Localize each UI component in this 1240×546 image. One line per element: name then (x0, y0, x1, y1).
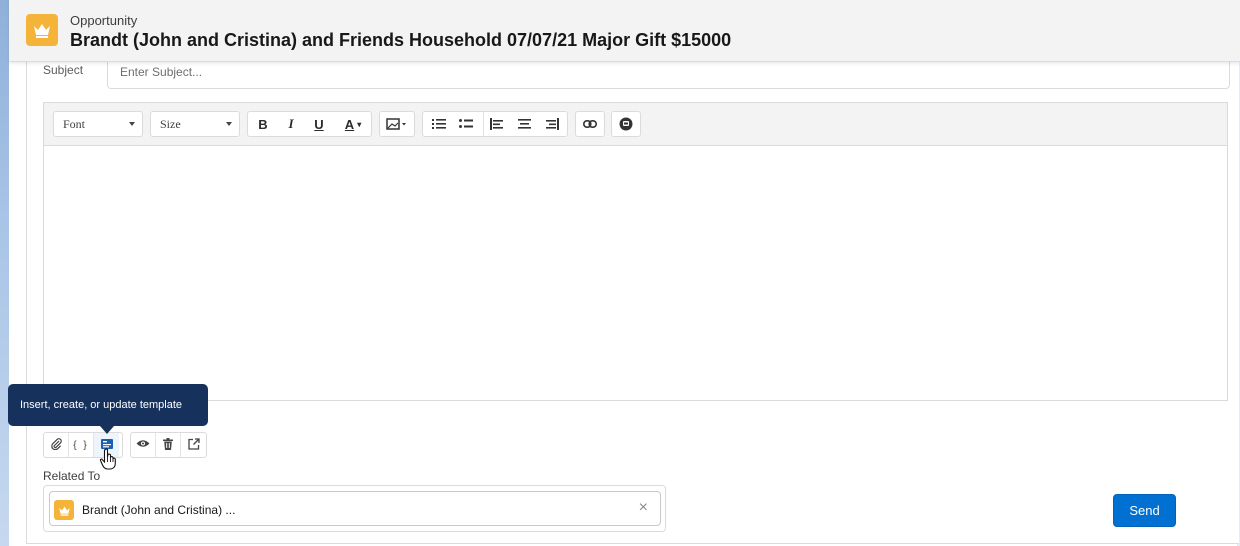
italic-button[interactable]: I (278, 112, 304, 136)
paperclip-icon (50, 437, 62, 453)
align-center-icon[interactable] (511, 112, 537, 136)
tooltip-arrow (100, 426, 114, 434)
trash-icon (163, 437, 173, 453)
left-background-strip (0, 0, 9, 546)
font-size-select[interactable]: Size (150, 111, 240, 137)
eye-icon (136, 439, 150, 451)
send-button[interactable]: Send (1113, 494, 1176, 527)
related-to-field: Brandt (John and Cristina) ... × (43, 485, 666, 532)
chevron-down-icon (226, 122, 232, 126)
subject-input[interactable]: Enter Subject... (107, 60, 1230, 89)
image-icon (380, 112, 414, 136)
numbered-list-icon[interactable] (426, 112, 452, 136)
object-type-label: Opportunity (70, 13, 138, 28)
related-record-pill[interactable]: Brandt (John and Cristina) ... × (49, 491, 661, 526)
template-tooltip: Insert, create, or update template (8, 384, 208, 426)
chevron-down-icon: ▾ (357, 119, 362, 129)
font-family-select[interactable]: Font (53, 111, 143, 137)
text-color-button[interactable]: A ▾ (336, 112, 370, 136)
clear-selection-icon[interactable]: × (639, 499, 648, 517)
merge-field-button[interactable]: { } (69, 433, 94, 457)
clear-formatting-icon (612, 112, 640, 136)
list-align-group (422, 111, 568, 137)
hand-cursor-icon (99, 448, 117, 475)
underline-button[interactable]: U (306, 112, 332, 136)
remove-formatting-button[interactable] (611, 111, 641, 137)
record-header: Opportunity Brandt (John and Cristina) a… (9, 0, 1240, 62)
bold-button[interactable]: B (250, 112, 276, 136)
merge-field-icon: { } (73, 439, 89, 451)
attach-file-button[interactable] (44, 433, 69, 457)
email-body-area[interactable] (44, 146, 1227, 400)
editor-toolbar: Font Size B I U A ▾ (44, 103, 1227, 146)
align-left-icon[interactable] (483, 112, 509, 136)
preview-actions-group (130, 432, 207, 458)
related-to-label: Related To (43, 469, 101, 483)
crown-icon (26, 14, 58, 46)
subject-label: Subject (43, 63, 84, 77)
crown-icon (54, 500, 74, 520)
related-record-name: Brandt (John and Cristina) ... (82, 503, 236, 517)
delete-button[interactable] (156, 433, 181, 457)
font-select-label: Font (63, 117, 86, 131)
new-window-icon (187, 437, 200, 453)
record-title: Brandt (John and Cristina) and Friends H… (70, 30, 732, 50)
text-color-label: A (344, 116, 355, 132)
pop-out-button[interactable] (181, 433, 206, 457)
size-select-label: Size (160, 117, 181, 131)
chevron-down-icon (129, 122, 135, 126)
insert-link-button[interactable] (575, 111, 605, 137)
email-body-editor: Font Size B I U A ▾ (43, 102, 1228, 401)
bulleted-list-icon[interactable] (453, 112, 479, 136)
align-right-icon[interactable] (539, 112, 565, 136)
preview-button[interactable] (131, 433, 156, 457)
link-icon (576, 112, 604, 136)
insert-image-button[interactable] (379, 111, 415, 137)
text-format-group: B I U A ▾ (247, 111, 372, 137)
